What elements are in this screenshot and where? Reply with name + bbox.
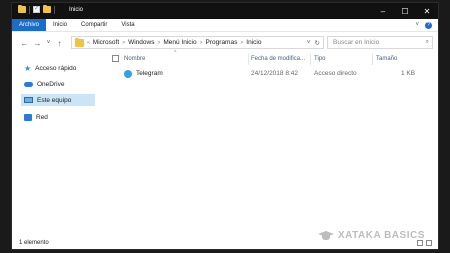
- window-controls: – ☐ ✕: [372, 3, 438, 19]
- item-count: 1 elemento: [19, 240, 49, 246]
- sidebar-item-label: Este equipo: [37, 96, 72, 104]
- navigation-pane: ★ Acceso rápido OneDrive Este equipo Red: [12, 53, 95, 239]
- breadcrumb-programas[interactable]: Programas: [206, 39, 238, 46]
- file-name: Telegram: [136, 70, 163, 77]
- address-bar[interactable]: « Microsoft > Windows > Menú Inicio > Pr…: [71, 36, 324, 49]
- breadcrumb-menu-inicio[interactable]: Menú Inicio: [163, 39, 196, 46]
- sidebar-item-quick-access[interactable]: ★ Acceso rápido: [21, 62, 95, 74]
- chevron-down-icon[interactable]: ˅: [307, 39, 311, 47]
- toolbar-separator: [29, 6, 30, 14]
- back-button[interactable]: ←: [18, 39, 31, 48]
- breadcrumb-overflow[interactable]: «: [87, 40, 90, 46]
- select-all-checkbox[interactable]: [112, 55, 119, 62]
- column-divider[interactable]: [372, 54, 373, 65]
- search-box[interactable]: Buscar en Inicio ⌕: [327, 36, 433, 49]
- explorer-window: ✓ Inicio – ☐ ✕ Archivo Inicio Compartir …: [11, 2, 439, 250]
- ribbon-tabs: Archivo Inicio Compartir Vista ˅ ?: [12, 19, 438, 32]
- chevron-right-icon[interactable]: >: [157, 40, 160, 46]
- minimize-button[interactable]: –: [372, 3, 394, 19]
- column-header-size[interactable]: Tamaño: [376, 56, 397, 62]
- ribbon-controls: ˅ ?: [415, 19, 438, 31]
- search-icon: ⌕: [425, 39, 429, 45]
- tab-inicio[interactable]: Inicio: [46, 19, 74, 31]
- help-icon[interactable]: ?: [425, 21, 432, 29]
- new-folder-icon[interactable]: [43, 5, 51, 13]
- sort-ascending-icon: ^: [174, 50, 177, 56]
- tab-archivo[interactable]: Archivo: [12, 19, 47, 31]
- toolbar-separator: [54, 6, 55, 14]
- tab-compartir[interactable]: Compartir: [74, 19, 114, 31]
- chevron-right-icon[interactable]: >: [122, 40, 125, 46]
- telegram-icon: [124, 70, 132, 78]
- tab-vista[interactable]: Vista: [114, 19, 141, 31]
- graduation-cap-icon: [318, 231, 334, 240]
- breadcrumb-microsoft[interactable]: Microsoft: [93, 39, 119, 46]
- cloud-icon: [24, 81, 33, 87]
- refresh-icon[interactable]: ↻: [315, 39, 320, 47]
- sidebar-item-label: OneDrive: [37, 80, 65, 88]
- column-divider[interactable]: [248, 54, 249, 65]
- properties-icon[interactable]: ✓: [33, 6, 40, 13]
- sidebar-item-this-pc[interactable]: Este equipo: [21, 94, 95, 106]
- close-button[interactable]: ✕: [416, 3, 438, 19]
- expand-ribbon-icon[interactable]: ˅: [415, 22, 419, 28]
- address-actions: ˅ ↻: [307, 39, 323, 47]
- sidebar-item-network[interactable]: Red: [21, 111, 95, 123]
- forward-button[interactable]: →: [31, 39, 44, 48]
- column-header-date[interactable]: Fecha de modifica...: [251, 56, 305, 62]
- column-divider[interactable]: [310, 54, 311, 65]
- watermark-text: XATAKA BASICS: [338, 230, 425, 241]
- network-icon: [24, 113, 32, 121]
- sidebar-item-label: Red: [36, 113, 48, 121]
- window-title: Inicio: [69, 7, 84, 13]
- quick-access-toolbar: ✓: [18, 5, 55, 14]
- sidebar-item-label: Acceso rápido: [35, 64, 77, 72]
- up-button[interactable]: ↑: [53, 39, 66, 48]
- maximize-button[interactable]: ☐: [394, 3, 416, 19]
- large-icons-view-icon[interactable]: [426, 240, 432, 246]
- title-bar: ✓ Inicio – ☐ ✕: [12, 3, 438, 19]
- watermark: XATAKA BASICS: [318, 230, 425, 241]
- column-header-type[interactable]: Tipo: [314, 56, 325, 62]
- column-header-name[interactable]: Nombre: [124, 56, 145, 62]
- star-icon: ★: [24, 63, 32, 73]
- folder-icon: [18, 5, 26, 13]
- sidebar-item-onedrive[interactable]: OneDrive: [21, 78, 95, 90]
- file-size: 1 KB: [401, 70, 416, 77]
- breadcrumb-inicio[interactable]: Inicio: [246, 39, 261, 46]
- breadcrumb-windows[interactable]: Windows: [128, 39, 154, 46]
- file-type: Acceso directo: [314, 70, 357, 77]
- navigation-bar: ← → ˅ ↑ « Microsoft > Windows > Menú Ini…: [12, 33, 438, 53]
- chevron-right-icon[interactable]: >: [200, 40, 203, 46]
- file-date: 24/12/2018 8:42: [251, 70, 298, 77]
- chevron-right-icon[interactable]: >: [240, 40, 243, 46]
- folder-icon: [75, 37, 84, 47]
- computer-icon: [24, 97, 33, 103]
- recent-locations-button[interactable]: ˅: [44, 40, 53, 46]
- file-list: ^ Nombre Fecha de modifica... Tipo Tamañ…: [102, 50, 438, 239]
- search-input[interactable]: Buscar en Inicio: [333, 39, 379, 46]
- file-row[interactable]: Telegram 24/12/2018 8:42 Acceso directo …: [112, 68, 428, 80]
